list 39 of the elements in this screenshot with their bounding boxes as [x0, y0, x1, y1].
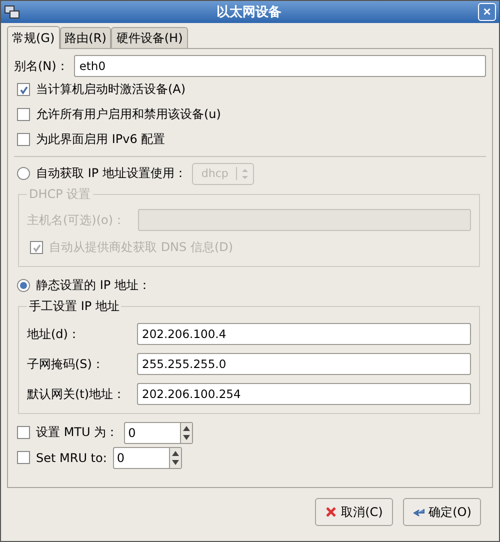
checkbox[interactable] [17, 133, 30, 146]
tab[interactable]: 常规(G) [7, 26, 60, 49]
checkbox[interactable] [17, 426, 30, 439]
tab[interactable]: 路由(R) [60, 27, 112, 48]
arrow-icon [412, 506, 425, 518]
field-label: 默认网关(t)地址： [27, 386, 126, 402]
field-label: 子网掩码(S)： [27, 356, 105, 372]
radio-label: 静态设置的 IP 地址： [36, 277, 150, 294]
cross-icon [325, 506, 338, 518]
radio-label: 自动获取 IP 地址设置使用： [36, 165, 186, 182]
checkbox[interactable] [17, 83, 30, 96]
checkbox-label: Set MRU to: [36, 450, 107, 464]
network-icon [4, 4, 20, 20]
checkbox-label: 为此界面启用 IPv6 配置 [36, 131, 166, 148]
spin-field[interactable]: 0 [124, 422, 194, 444]
window-title: 以太网设备 [216, 4, 282, 21]
ip-field[interactable]: 202.206.100.254 [137, 383, 471, 405]
radio-button[interactable] [17, 279, 30, 292]
hostname-label: 主机名(可选)(o)： [27, 212, 126, 228]
ip-field[interactable]: 202.206.100.4 [137, 323, 471, 345]
spin-field[interactable]: 0 [112, 446, 182, 468]
spinner-arrows-icon[interactable] [180, 422, 192, 442]
tab[interactable]: 硬件设备(H) [111, 27, 188, 48]
checkbox-label: 自动从提供商处获取 DNS 信息(D) [49, 239, 234, 256]
checkbox-label: 设置 MTU 为： [36, 424, 118, 441]
close-button[interactable]: × [478, 3, 496, 21]
spinner-arrows-icon[interactable] [168, 448, 181, 468]
checkbox-label: 当计算机启动时激活设备(A) [36, 81, 186, 98]
field-label: 地址(d)： [27, 326, 81, 342]
checkbox[interactable] [17, 451, 30, 464]
alias-field[interactable]: eth0 [74, 55, 486, 77]
group-title: 手工设置 IP 地址 [28, 298, 120, 315]
ok-button[interactable]: 确定(O) [403, 498, 481, 526]
alias-label: 别名(N)： [14, 58, 68, 74]
cancel-button[interactable]: 取消(C) [315, 498, 393, 526]
checkbox[interactable] [17, 108, 30, 121]
group-title: DHCP 设置 [28, 186, 92, 203]
ip-field[interactable]: 255.255.255.0 [137, 353, 471, 375]
checkbox-label: 允许所有用户启用和禁用该设备(u) [36, 106, 221, 123]
